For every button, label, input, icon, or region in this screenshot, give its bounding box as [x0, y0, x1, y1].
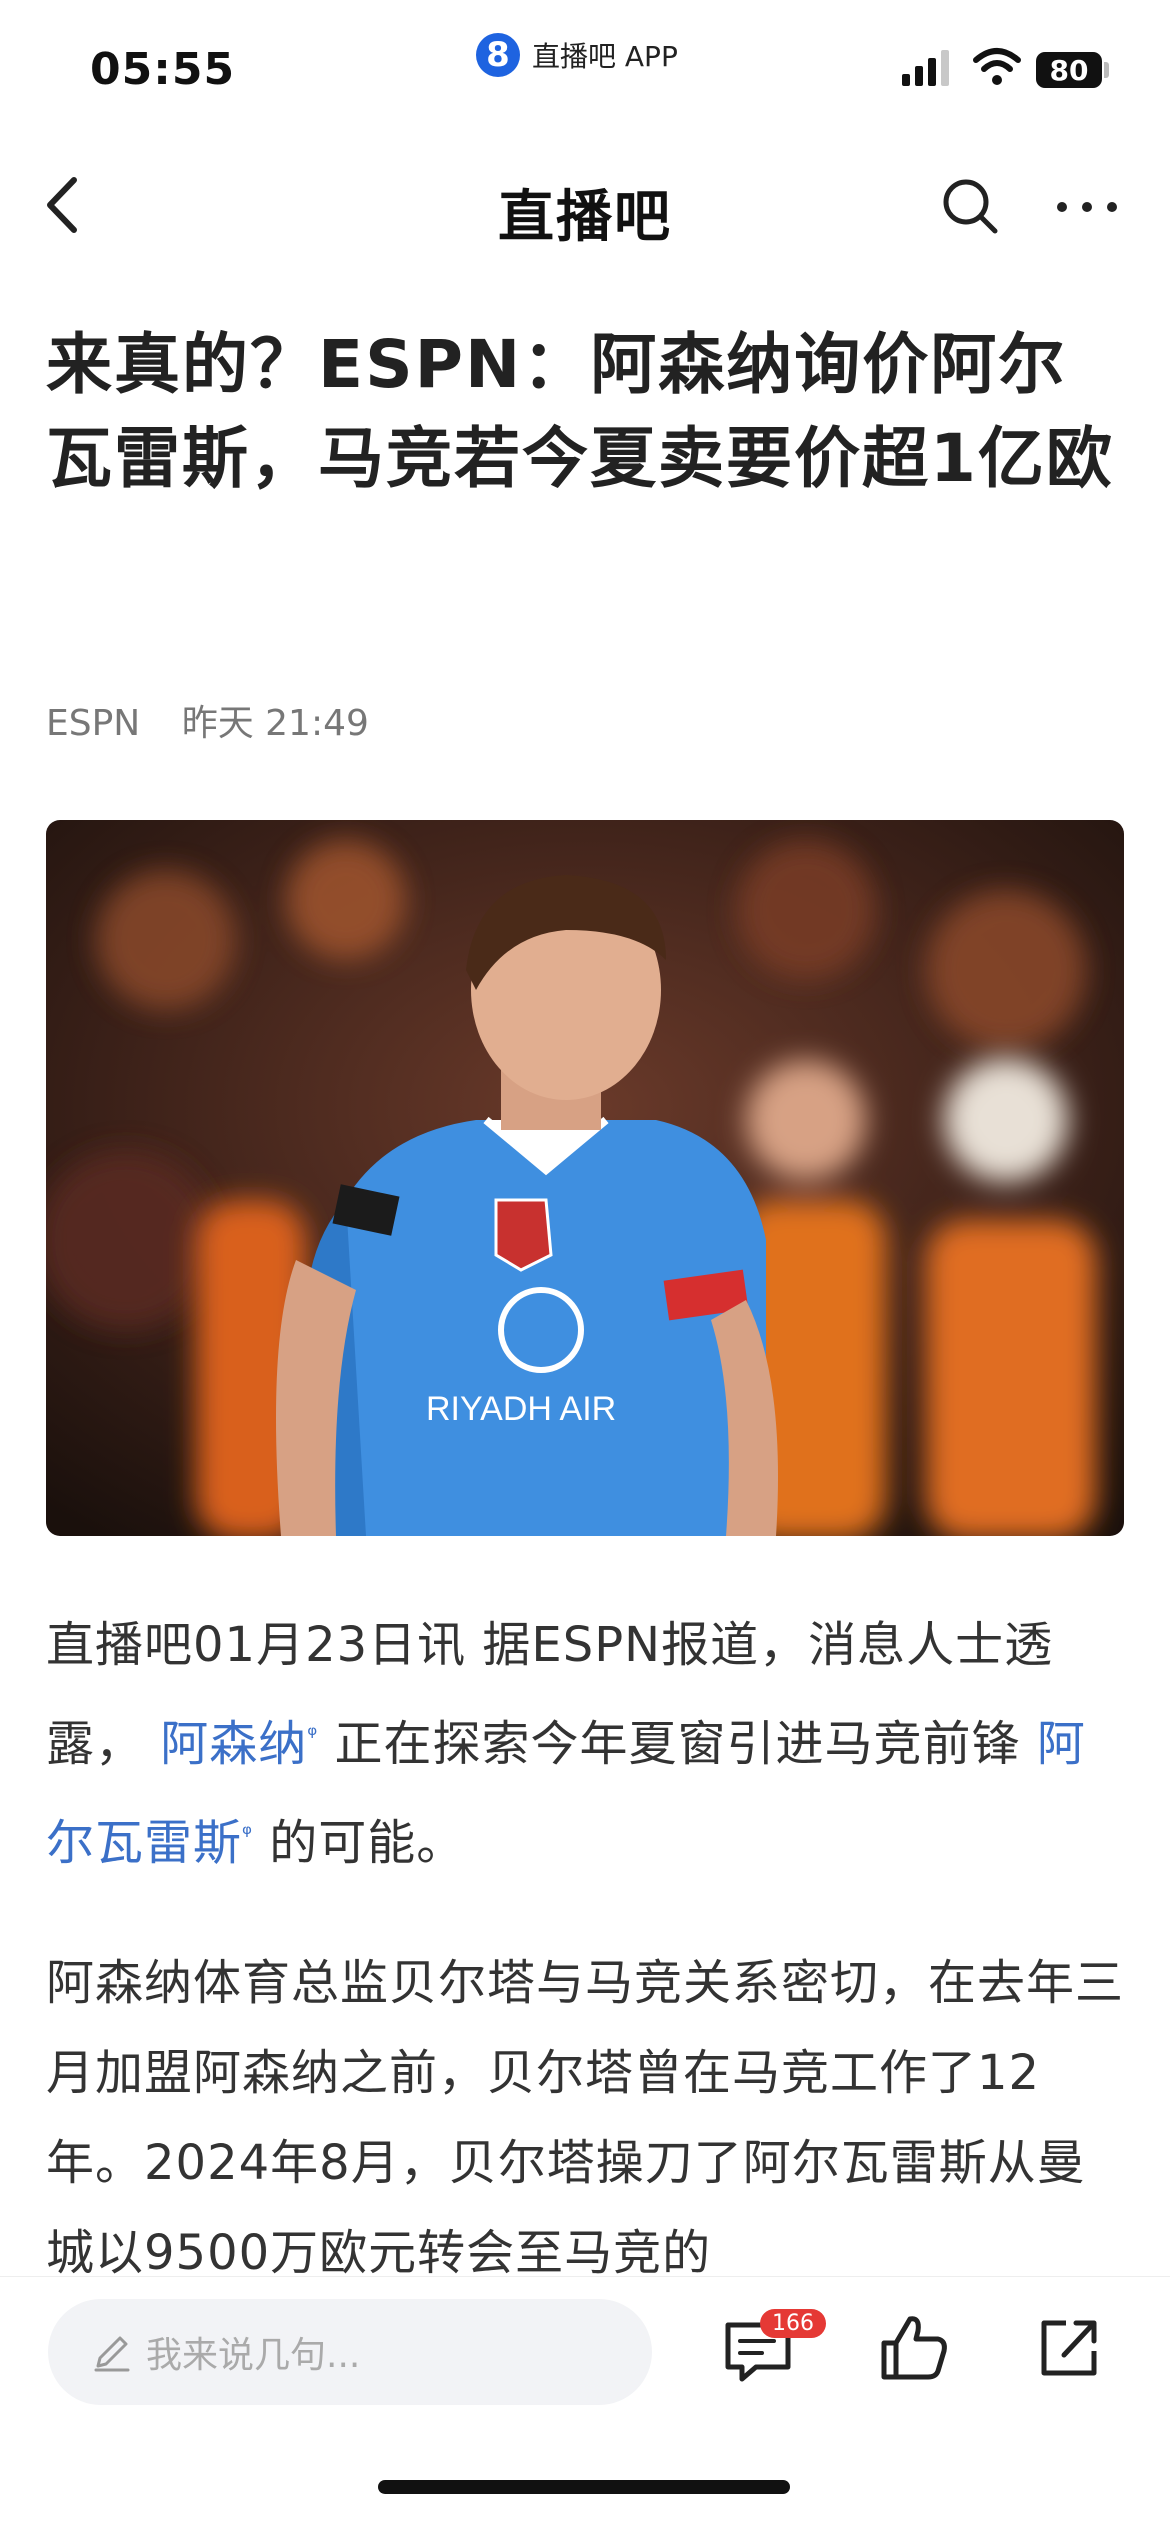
jersey-text: RIYADH AIR [426, 1390, 616, 1428]
app-badge: 8 直播吧 APP [476, 30, 678, 80]
comment-input[interactable]: 我来说几句... [48, 2299, 652, 2405]
status-bar: 05:55 8 直播吧 APP 80 [0, 0, 1170, 130]
comment-count-badge: 166 [760, 2309, 826, 2338]
paragraph-text: 正在探索今年夏窗引进马竞前锋 [334, 1716, 1021, 1772]
article-meta: ESPN 昨天 21:49 [46, 694, 369, 746]
tag-link-arsenal[interactable]: 阿森纳ᵠ [160, 1716, 318, 1772]
article-paragraph-1: 直播吧01月23日讯 据ESPN报道，消息人士透露， 阿森纳ᵠ 正在探索今年夏窗… [46, 1600, 1126, 1888]
pencil-icon [94, 2336, 130, 2372]
article-paragraph-2: 阿森纳体育总监贝尔塔与马竞关系密切，在去年三月加盟阿森纳之前，贝尔塔曾在马竞工作… [46, 1955, 1125, 2281]
search-tag-icon: ᵠ [242, 1820, 253, 1848]
home-indicator [378, 2480, 790, 2494]
article-title: 来真的？ESPN：阿森纳询价阿尔瓦雷斯，马竞若今夏卖要价超1亿欧 [46, 326, 1114, 497]
status-time: 05:55 [90, 44, 236, 95]
article-source: ESPN [46, 703, 141, 744]
share-icon[interactable] [1036, 2313, 1104, 2381]
paragraph-text: 的可能。 [269, 1815, 466, 1871]
battery-icon: 80 [1036, 52, 1102, 88]
article-time: 昨天 21:49 [181, 703, 369, 744]
app-name: 直播吧 APP [532, 40, 678, 73]
app-logo-icon: 8 [476, 33, 520, 77]
thumbs-up-icon[interactable] [878, 2311, 950, 2383]
search-icon[interactable] [938, 174, 1002, 238]
more-icon[interactable] [1052, 182, 1122, 232]
battery-tip [1104, 62, 1109, 78]
bottom-action-bar: 我来说几句... 166 [0, 2276, 1170, 2533]
cellular-signal-icon [902, 50, 949, 86]
wifi-icon [973, 48, 1021, 85]
nav-bar: 直播吧 [0, 150, 1170, 260]
search-tag-icon: ᵠ [307, 1721, 319, 1749]
comment-placeholder: 我来说几句... [146, 2335, 361, 2376]
hero-image[interactable]: RIYADH AIR [46, 820, 1124, 1536]
